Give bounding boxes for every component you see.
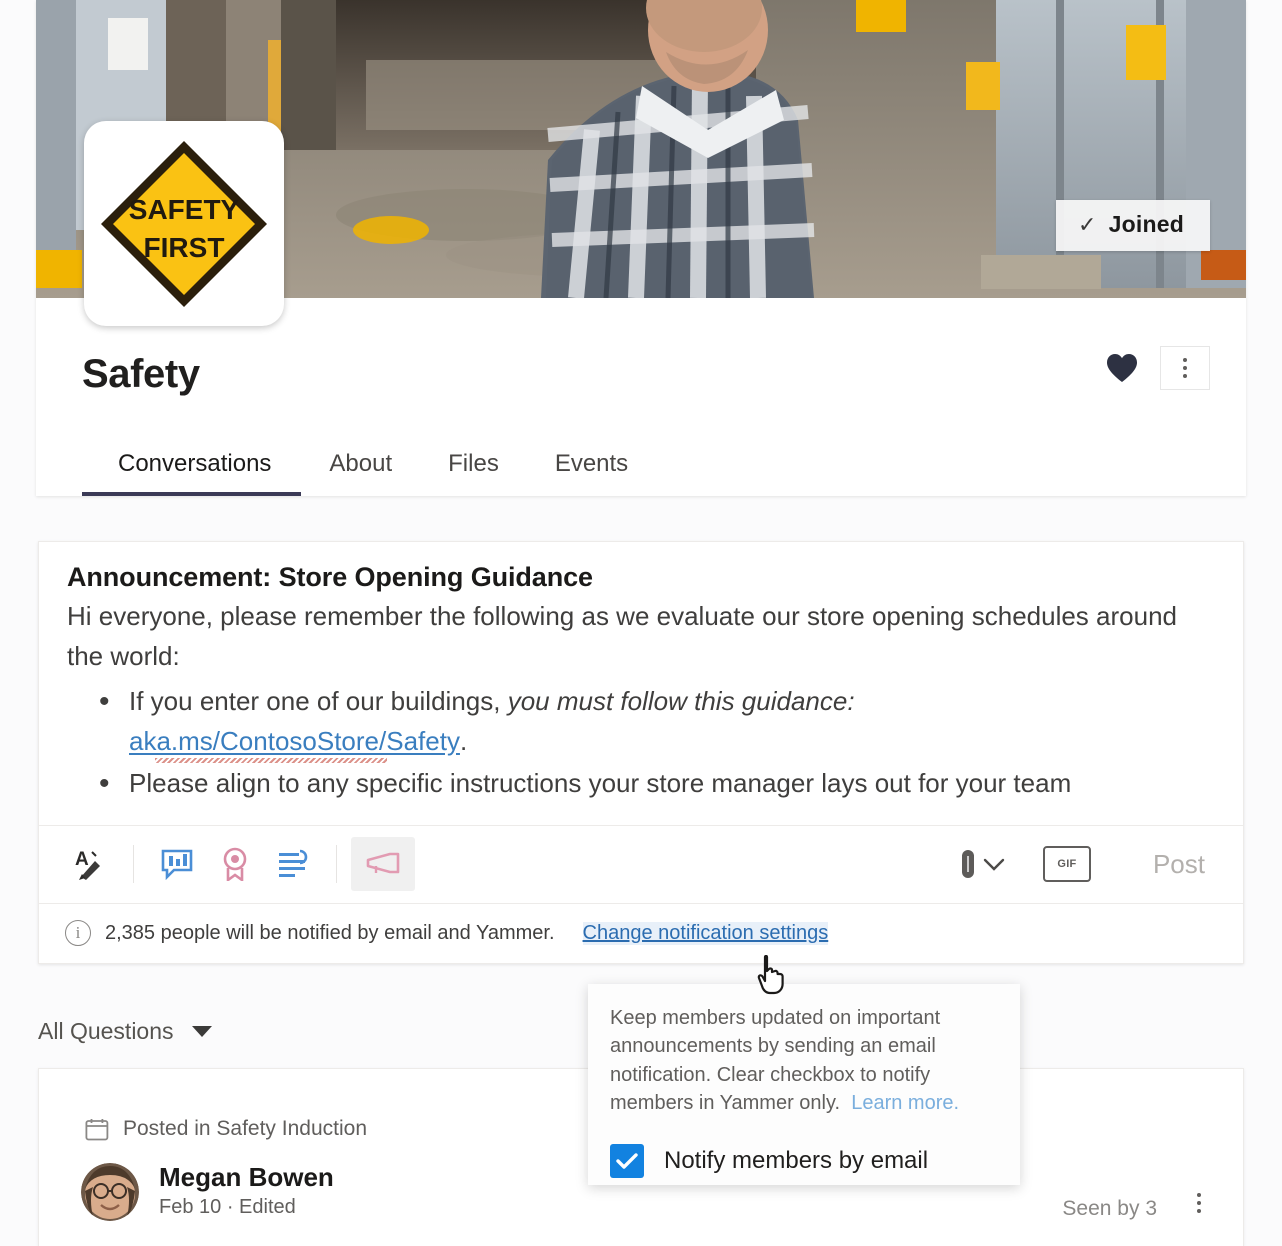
notify-by-email-row[interactable]: Notify members by email <box>610 1143 996 1178</box>
kebab-menu-icon <box>1183 358 1187 378</box>
learn-more-link[interactable]: Learn more. <box>851 1092 959 1114</box>
post-button[interactable]: Post <box>1153 849 1217 880</box>
kebab-menu-icon <box>1197 1193 1201 1213</box>
tab-events[interactable]: Events <box>527 450 656 496</box>
header-actions <box>1100 346 1210 390</box>
bullet-lead: If you enter one of our buildings, <box>129 685 508 716</box>
format-text-button[interactable]: A <box>61 835 119 893</box>
group-tabs: Conversations About Files Events <box>82 450 656 496</box>
svg-text:A: A <box>75 849 89 870</box>
toolbar-divider <box>336 845 337 884</box>
calendar-icon <box>85 1118 109 1140</box>
notification-count-text: 2,385 people will be notified by email a… <box>105 921 555 944</box>
guidance-link[interactable]: aka.ms/ContosoStore/Safety <box>129 725 460 763</box>
seen-by-label[interactable]: Seen by 3 <box>1062 1197 1157 1221</box>
poll-button[interactable] <box>148 835 206 893</box>
poll-icon <box>161 849 193 881</box>
chevron-down-icon <box>191 1026 212 1037</box>
author-info: Megan Bowen Feb 10 · Edited <box>159 1163 334 1219</box>
format-text-icon: A <box>75 849 100 881</box>
composer-toolbar-left: A <box>61 835 415 893</box>
info-circle-icon: i <box>65 920 91 947</box>
praise-badge-icon <box>223 847 247 882</box>
gif-label: GIF <box>1057 858 1077 871</box>
avatar[interactable] <box>81 1163 139 1221</box>
post-title-input[interactable]: Announcement: Store Opening Guidance <box>67 562 1215 593</box>
question-icon <box>279 849 308 878</box>
author-name[interactable]: Megan Bowen <box>159 1163 334 1191</box>
post-composer[interactable]: Announcement: Store Opening Guidance Hi … <box>38 541 1244 1208</box>
paperclip-icon <box>961 850 974 879</box>
post-paragraph[interactable]: Hi everyone, please remember the followi… <box>67 597 1215 677</box>
guidance-link-label: aka.ms/ContosoStore/Safety <box>129 725 460 756</box>
notification-bar: i 2,385 people will be notified by email… <box>39 902 1243 963</box>
bullet-emphasis: you must follow this guidance: <box>507 685 855 716</box>
tab-about[interactable]: About <box>301 450 420 496</box>
yammer-group-page: ✓ Joined SAFETY FIRST Safety Conversatio… <box>0 0 1282 1246</box>
question-filter-label: All Questions <box>38 1018 174 1044</box>
announcement-button[interactable] <box>351 837 415 892</box>
notification-settings-popover: Keep members updated on important announ… <box>588 984 1020 1185</box>
praise-button[interactable] <box>206 835 264 893</box>
group-header-card: ✓ Joined SAFETY FIRST Safety Conversatio… <box>36 0 1246 496</box>
page-title: Safety <box>82 352 200 396</box>
safety-first-sign-icon: SAFETY FIRST <box>101 140 267 307</box>
svg-text:SAFETY: SAFETY <box>129 194 240 225</box>
joined-button[interactable]: ✓ Joined <box>1056 200 1210 251</box>
tab-files[interactable]: Files <box>420 450 527 496</box>
composer-toolbar-right: GIF Post <box>959 846 1217 883</box>
attach-file-button[interactable] <box>959 847 1007 881</box>
chevron-down-icon <box>983 858 1005 871</box>
question-button[interactable] <box>264 835 322 893</box>
question-filter-dropdown[interactable]: All Questions <box>38 1018 212 1045</box>
popover-body-text: Keep members updated on important announ… <box>610 1004 996 1118</box>
group-meta: Safety Conversations About Files Events <box>36 298 1246 496</box>
svg-text:FIRST: FIRST <box>144 232 225 263</box>
favorite-button[interactable] <box>1100 346 1144 390</box>
list-item[interactable]: Please align to any specific instruction… <box>67 761 1215 807</box>
toolbar-divider <box>133 845 134 884</box>
post-timestamp: Feb 10 · Edited <box>159 1196 296 1219</box>
bullet-trail: . <box>459 725 468 756</box>
gif-button[interactable]: GIF <box>1042 846 1091 883</box>
list-item[interactable]: If you enter one of our buildings, you m… <box>67 679 1215 763</box>
checkmark-icon: ✓ <box>1078 211 1097 237</box>
composer-body[interactable]: Announcement: Store Opening Guidance Hi … <box>39 542 1243 825</box>
post-more-options-button[interactable] <box>1197 1193 1201 1213</box>
notify-by-email-checkbox[interactable] <box>610 1143 644 1178</box>
group-more-options-button[interactable] <box>1160 346 1210 390</box>
heart-filled-icon <box>1107 354 1137 382</box>
joined-button-label: Joined <box>1108 211 1184 237</box>
posted-in-label: Posted in Safety Induction <box>123 1117 367 1140</box>
post-bullet-list: If you enter one of our buildings, you m… <box>67 679 1215 807</box>
group-logo: SAFETY FIRST <box>84 121 284 326</box>
announcement-megaphone-icon <box>366 852 400 874</box>
checkmark-icon <box>616 1152 638 1169</box>
bullet-lead: Please align to any specific instruction… <box>129 767 1072 798</box>
notify-by-email-label: Notify members by email <box>664 1146 929 1174</box>
change-notification-settings-link[interactable]: Change notification settings <box>582 921 829 945</box>
tab-conversations[interactable]: Conversations <box>82 450 302 496</box>
composer-toolbar: A GIF Post <box>39 824 1243 903</box>
user-avatar <box>81 1163 139 1221</box>
